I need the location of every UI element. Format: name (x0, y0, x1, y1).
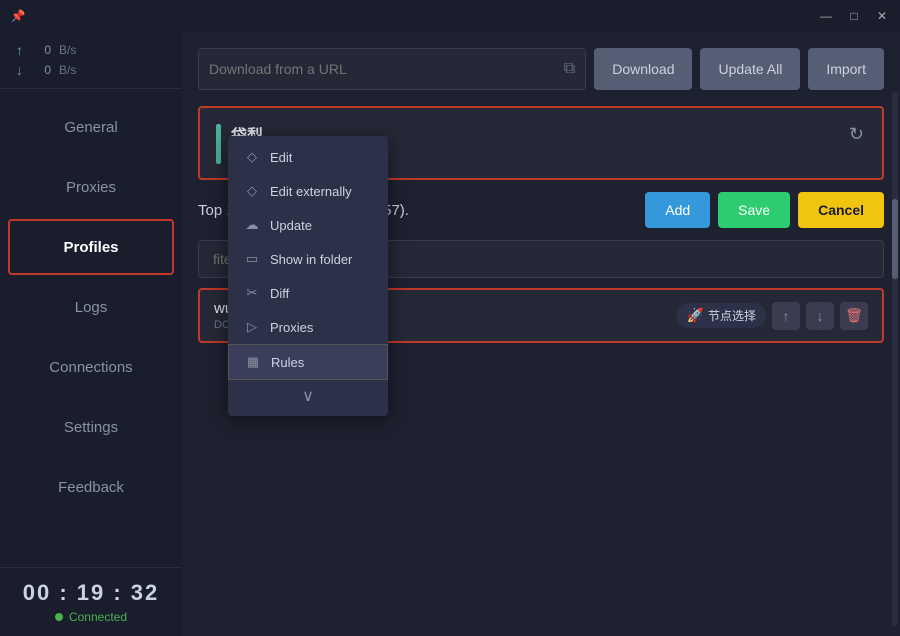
ctx-rules-icon: ▦ (245, 354, 261, 370)
sidebar-stats: ↑ 0 B/s ↓ 0 B/s (0, 32, 182, 89)
add-rule-button[interactable]: Add (645, 192, 710, 228)
upload-stat: ↑ 0 B/s (16, 42, 166, 58)
ctx-edit-label: Edit (270, 150, 292, 165)
ctx-proxies[interactable]: ▷ Proxies (228, 310, 388, 344)
ctx-edit-ext-icon: ◇ (244, 183, 260, 199)
sidebar-item-general[interactable]: General (8, 99, 174, 155)
import-button[interactable]: Import (808, 48, 884, 90)
url-input[interactable] (209, 61, 564, 77)
sidebar-item-logs-label: Logs (75, 299, 108, 316)
profile-refresh-icon[interactable]: ↻ (847, 122, 866, 147)
status-text: Connected (69, 610, 127, 624)
maximize-button[interactable]: □ (844, 6, 864, 26)
download-stat: ↓ 0 B/s (16, 62, 166, 78)
connection-status: Connected (16, 610, 166, 624)
minimize-button[interactable]: — (816, 6, 836, 26)
download-arrow-icon: ↓ (16, 62, 23, 78)
upload-value: 0 (31, 43, 51, 57)
url-input-wrapper: ⧉ (198, 48, 586, 90)
context-menu: ◇ Edit ◇ Edit externally ☁ Update ▭ Show… (228, 136, 388, 416)
ctx-update[interactable]: ☁ Update (228, 208, 388, 242)
titlebar: 📌 — □ ✕ (0, 0, 900, 32)
rules-actions: Add Save Cancel (645, 192, 884, 228)
sidebar-nav: General Proxies Profiles Logs Connection… (0, 89, 182, 567)
ctx-rules[interactable]: ▦ Rules (228, 344, 388, 380)
download-button[interactable]: Download (594, 48, 692, 90)
ctx-update-icon: ☁ (244, 217, 260, 233)
rule-actions: 🚀 节点选择 ↑ ↓ 🗑 (677, 302, 868, 330)
sidebar-item-proxies-label: Proxies (66, 179, 116, 196)
ctx-edit-ext-label: Edit externally (270, 184, 352, 199)
copy-url-icon[interactable]: ⧉ (564, 60, 575, 78)
rule-move-down-button[interactable]: ↓ (806, 302, 834, 330)
ctx-diff-label: Diff (270, 286, 289, 301)
ctx-proxies-label: Proxies (270, 320, 313, 335)
ctx-rules-label: Rules (271, 355, 304, 370)
sidebar-bottom: 00 : 19 : 32 Connected (0, 567, 182, 636)
download-unit: B/s (59, 63, 76, 77)
rule-tag-emoji: 🚀 (687, 307, 704, 324)
sidebar-item-settings-label: Settings (64, 419, 118, 436)
sidebar-item-profiles[interactable]: Profiles (8, 219, 174, 275)
save-rules-button[interactable]: Save (718, 192, 790, 228)
rule-tag-text: 节点选择 (708, 307, 756, 324)
sidebar-item-connections[interactable]: Connections (8, 339, 174, 395)
ctx-show-in-folder[interactable]: ▭ Show in folder (228, 242, 388, 276)
url-bar-row: ⧉ Download Update All Import (198, 48, 884, 90)
sidebar-item-proxies[interactable]: Proxies (8, 159, 174, 215)
sidebar-item-feedback-label: Feedback (58, 479, 124, 496)
ctx-more-icon: ∨ (302, 386, 314, 406)
rule-delete-button[interactable]: 🗑 (840, 302, 868, 330)
connection-timer: 00 : 19 : 32 (16, 580, 166, 606)
ctx-update-label: Update (270, 218, 312, 233)
sidebar-item-feedback[interactable]: Feedback (8, 459, 174, 515)
upload-unit: B/s (59, 43, 76, 57)
main-content: ⧉ Download Update All Import 袋梨 tes ago)… (182, 32, 900, 636)
rule-move-up-button[interactable]: ↑ (772, 302, 800, 330)
close-button[interactable]: ✕ (872, 6, 892, 26)
sidebar-item-profiles-label: Profiles (63, 239, 118, 256)
rule-tag: 🚀 节点选择 (677, 303, 766, 328)
download-value: 0 (31, 63, 51, 77)
status-indicator (55, 613, 63, 621)
scrollbar-thumb[interactable] (892, 199, 898, 279)
ctx-edit-externally[interactable]: ◇ Edit externally (228, 174, 388, 208)
ctx-folder-icon: ▭ (244, 251, 260, 267)
profile-active-indicator (216, 124, 221, 164)
profile-area: 袋梨 tes ago) ↻ ◇ Edit ◇ Edit externally ☁… (198, 106, 884, 180)
sidebar: ↑ 0 B/s ↓ 0 B/s General Proxies Profiles… (0, 32, 182, 636)
upload-arrow-icon: ↑ (16, 42, 23, 58)
ctx-diff-icon: ✂ (244, 285, 260, 301)
ctx-edit[interactable]: ◇ Edit (228, 140, 388, 174)
sidebar-item-general-label: General (64, 119, 117, 136)
sidebar-item-logs[interactable]: Logs (8, 279, 174, 335)
ctx-more-button[interactable]: ∨ (228, 380, 388, 412)
pin-icon[interactable]: 📌 (8, 6, 28, 26)
app-body: ↑ 0 B/s ↓ 0 B/s General Proxies Profiles… (0, 32, 900, 636)
update-all-button[interactable]: Update All (700, 48, 800, 90)
ctx-edit-icon: ◇ (244, 149, 260, 165)
ctx-diff[interactable]: ✂ Diff (228, 276, 388, 310)
cancel-rules-button[interactable]: Cancel (798, 192, 884, 228)
scrollbar[interactable] (892, 92, 898, 626)
sidebar-item-connections-label: Connections (49, 359, 132, 376)
ctx-proxies-icon: ▷ (244, 319, 260, 335)
sidebar-item-settings[interactable]: Settings (8, 399, 174, 455)
ctx-folder-label: Show in folder (270, 252, 352, 267)
